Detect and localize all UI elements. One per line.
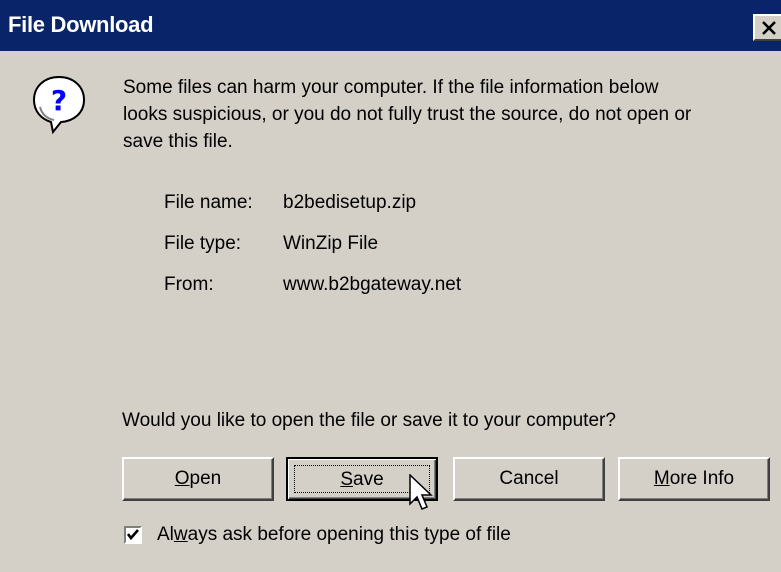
always-ask-checkbox[interactable] [124,526,142,544]
more-info-mnemonic: M [653,468,670,489]
cancel-button[interactable]: Cancel [453,457,605,501]
open-label-rest: pen [189,468,222,489]
more-info-button[interactable]: More Info [618,457,770,501]
file-type-value: WinZip File [283,233,379,254]
warning-text-line-1: Some files can harm your computer. If th… [123,77,659,98]
always-ask-mnemonic: w [173,524,188,545]
file-download-dialog: File Download ? Some files can harm your… [0,0,781,572]
save-label-rest: ave [353,469,384,490]
cancel-label: Cancel [499,468,559,489]
open-mnemonic: O [174,468,190,489]
always-ask-label[interactable]: Always ask before opening this type of f… [157,522,511,548]
more-info-label-rest: ore Info [669,468,735,489]
title-bar[interactable]: File Download [0,0,781,51]
always-ask-label-pre: Al [157,524,174,545]
warning-text-line-3: save this file. [123,131,233,152]
checkmark-icon [126,529,139,541]
question-balloon-icon: ? [32,75,86,134]
save-mnemonic: S [340,469,354,490]
always-ask-label-post: ays ask before opening this type of file [187,524,511,545]
close-button[interactable] [753,14,781,41]
close-x-icon [762,21,776,35]
open-button[interactable]: Open [122,457,274,501]
from-value: www.b2bgateway.net [283,274,462,295]
svg-text:?: ? [51,84,67,117]
warning-text-line-2: looks suspicious, or you do not fully tr… [123,104,692,125]
file-name-label: File name: [164,192,253,213]
file-name-value: b2bedisetup.zip [283,192,417,213]
window-title: File Download [8,12,154,37]
from-label: From: [164,274,214,295]
arrow-cursor-icon [409,474,433,510]
file-type-label: File type: [164,233,242,254]
download-question: Would you like to open the file or save … [122,410,616,431]
